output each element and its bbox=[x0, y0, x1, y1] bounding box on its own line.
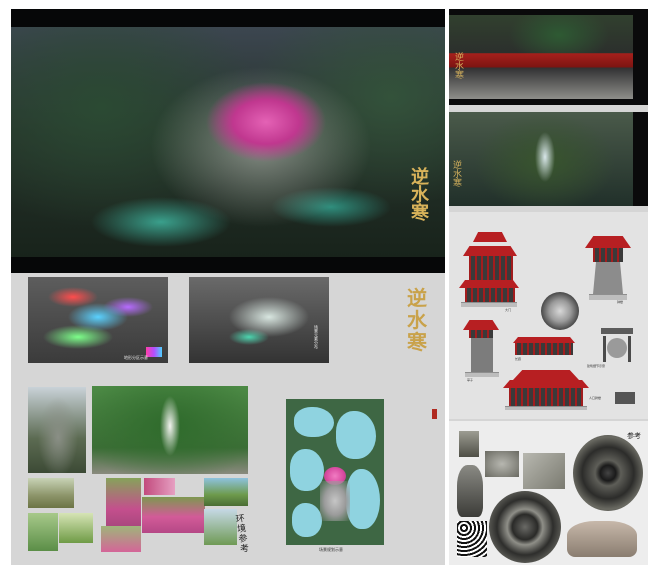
cave-valley-render bbox=[449, 112, 633, 206]
detail-object-drawing: 建筑细节示意 bbox=[587, 328, 637, 378]
layout-map-caption: 场景规划示意 bbox=[319, 547, 343, 552]
reference-photo-flower-path bbox=[106, 478, 141, 530]
color-legend bbox=[146, 347, 162, 357]
artboard: 逆水寒 地形分区示意 场景元素分布 逆水寒 环境参考 场景规划示意 逆水寒 逆水… bbox=[11, 9, 648, 565]
reference-photo-blossoms bbox=[144, 478, 175, 495]
reference-title: 参考 bbox=[627, 432, 641, 440]
reference-photo-bamboo bbox=[28, 513, 58, 551]
zoning-map-panel: 地形分区示意 bbox=[28, 277, 168, 363]
zoning-map-caption: 地形分区示意 bbox=[124, 355, 148, 360]
valley-scene-painting bbox=[11, 27, 445, 257]
artifact-pattern-grid bbox=[457, 521, 487, 557]
concept-board: 逆水寒 地形分区示意 场景元素分布 逆水寒 环境参考 场景规划示意 bbox=[11, 9, 445, 565]
water-area bbox=[294, 407, 334, 437]
hero-calligraphy-logo: 逆水寒 bbox=[411, 167, 429, 224]
water-area bbox=[290, 449, 324, 491]
entrance-gate-label: 人口牌楼 bbox=[589, 396, 602, 400]
wall-segment-drawing bbox=[615, 392, 635, 404]
pavilion-label: 亭子 bbox=[467, 378, 474, 382]
building-cluster bbox=[320, 481, 350, 521]
corridor-label: 长廊 bbox=[515, 357, 522, 361]
artifact-bronze-vase bbox=[457, 465, 483, 517]
hero-painting: 逆水寒 bbox=[11, 9, 445, 273]
water-area bbox=[346, 469, 380, 529]
element-map-panel: 场景元素分布 bbox=[189, 277, 329, 363]
main-hall-label: 大门 bbox=[505, 308, 512, 312]
water-area bbox=[336, 411, 376, 459]
artifact-reference-panel: 参考 bbox=[449, 421, 648, 565]
right-column: 逆水寒 逆水寒 大门 钟楼 亭子 长廊 建筑细节示意 人口牌楼 参考 bbox=[449, 9, 648, 565]
reference-photo-mountain bbox=[28, 387, 86, 473]
detail-object-label: 建筑细节示意 bbox=[587, 364, 606, 368]
temple-render-panel: 逆水寒 bbox=[449, 9, 648, 105]
element-map-caption: 场景元素分布 bbox=[314, 325, 319, 349]
entrance-gate-drawing: 人口牌楼 bbox=[503, 370, 601, 416]
bell-tower-drawing: 钟楼 bbox=[585, 236, 631, 306]
board-calligraphy-logo: 逆水寒 bbox=[407, 286, 427, 354]
reference-photo-garden bbox=[101, 526, 141, 552]
reference-photo-cliff bbox=[28, 478, 74, 508]
temple-courtyard-render bbox=[449, 15, 633, 99]
artifact-jade-carving bbox=[459, 431, 479, 457]
cave-render-panel: 逆水寒 bbox=[449, 112, 648, 206]
bronze-disc-drawing bbox=[541, 292, 579, 330]
reference-photo-cave bbox=[92, 386, 248, 474]
reference-photo-flower-field bbox=[142, 497, 205, 533]
reference-photo-forest bbox=[59, 513, 93, 543]
red-seal bbox=[432, 409, 437, 419]
tower-label: 钟楼 bbox=[617, 300, 624, 304]
water-area bbox=[292, 503, 322, 537]
artifact-large-bronze-mirror bbox=[573, 435, 643, 511]
pavilion-drawing: 亭子 bbox=[459, 320, 503, 384]
main-hall-drawing: 大门 bbox=[459, 232, 519, 312]
architecture-sheet: 大门 钟楼 亭子 长廊 建筑细节示意 人口牌楼 bbox=[449, 212, 648, 419]
corridor-drawing: 长廊 bbox=[513, 337, 575, 365]
reference-caption: 环境参考 bbox=[235, 514, 250, 555]
temple-calligraphy: 逆水寒 bbox=[455, 53, 465, 81]
reference-photo-waterfall bbox=[204, 509, 237, 545]
artifact-relief bbox=[485, 451, 519, 477]
artifact-carved-fragment bbox=[567, 521, 637, 557]
cave-calligraphy: 逆水寒 bbox=[453, 161, 463, 189]
island-layout-map bbox=[286, 399, 384, 545]
reference-photo-peaks bbox=[204, 478, 248, 506]
artifact-bronze-mirror bbox=[489, 491, 561, 563]
artifact-stone-slab bbox=[523, 453, 565, 489]
